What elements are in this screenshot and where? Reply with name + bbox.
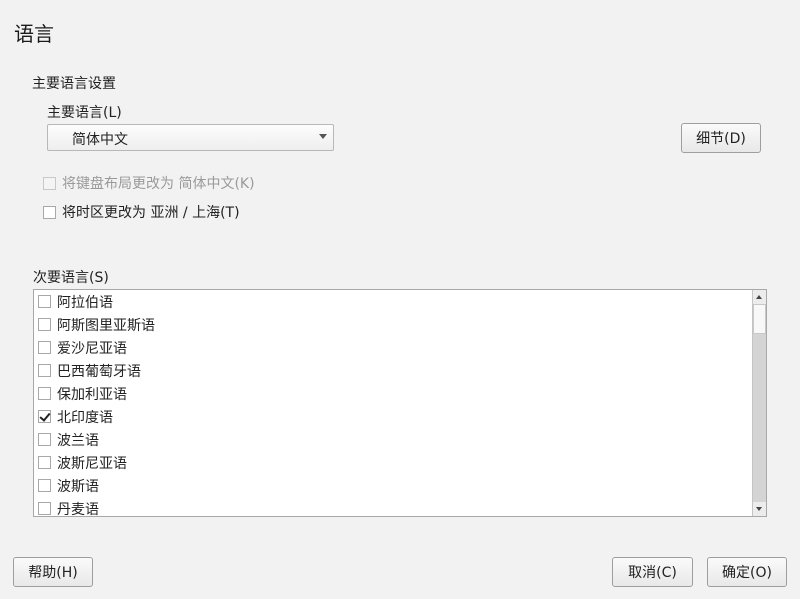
details-button[interactable]: 细节(D) (681, 123, 761, 153)
language-label: 波斯尼亚语 (57, 455, 127, 472)
language-checkbox[interactable] (38, 502, 51, 515)
list-item[interactable]: 北印度语 (38, 405, 113, 428)
keyboard-layout-option[interactable]: 将键盘布局更改为 简体中文(K) (43, 173, 255, 193)
list-item[interactable]: 巴西葡萄牙语 (38, 359, 141, 382)
language-label: 阿拉伯语 (57, 294, 113, 311)
window-title: 语言 (14, 22, 54, 46)
language-checkbox[interactable] (38, 433, 51, 446)
language-checkbox[interactable] (38, 387, 51, 400)
primary-language-value: 简体中文 (72, 132, 128, 148)
language-checkbox[interactable] (38, 456, 51, 469)
primary-settings-heading: 主要语言设置 (32, 76, 116, 92)
language-label: 波兰语 (57, 432, 99, 449)
moon-icon[interactable] (766, 18, 784, 38)
scroll-down-button[interactable] (753, 502, 766, 516)
keyboard-layout-label: 将键盘布局更改为 简体中文(K) (62, 176, 255, 192)
arrow-up-icon (756, 295, 762, 299)
language-checkbox[interactable] (38, 364, 51, 377)
ok-button[interactable]: 确定(O) (707, 557, 787, 587)
primary-language-dropdown[interactable]: 简体中文 (47, 124, 334, 151)
language-label: 阿斯图里亚斯语 (57, 317, 155, 334)
list-scrollbar[interactable] (752, 290, 766, 516)
keyboard-layout-checkbox[interactable] (43, 176, 56, 190)
help-button[interactable]: 帮助(H) (13, 557, 93, 587)
cancel-button[interactable]: 取消(C) (612, 557, 693, 587)
list-item[interactable]: 爱沙尼亚语 (38, 336, 127, 359)
chevron-down-icon (319, 134, 327, 139)
language-checkbox[interactable] (38, 341, 51, 354)
secondary-languages-list[interactable]: 阿拉伯语阿斯图里亚斯语 爱沙尼亚语巴西葡萄牙语 保加利亚语北印度语波兰语波斯尼亚语波… (33, 289, 767, 517)
list-item[interactable]: 阿拉伯语 (38, 290, 113, 313)
timezone-checkbox[interactable] (43, 205, 56, 219)
arrow-down-icon (756, 507, 762, 511)
scroll-thumb[interactable] (753, 304, 766, 334)
language-checkbox[interactable] (38, 295, 51, 308)
list-item[interactable]: 丹麦语 (38, 497, 99, 517)
language-label: 保加利亚语 (57, 386, 127, 403)
language-label: 爱沙尼亚语 (57, 340, 127, 357)
language-label: 丹麦语 (57, 501, 99, 517)
list-item[interactable]: 波斯语 (38, 474, 99, 497)
language-checkbox[interactable] (38, 318, 51, 331)
primary-language-label: 主要语言(L) (47, 105, 122, 121)
language-label: 巴西葡萄牙语 (57, 363, 141, 380)
language-label: 波斯语 (57, 478, 99, 495)
secondary-languages-heading: 次要语言(S) (33, 270, 109, 286)
scroll-up-button[interactable] (753, 290, 766, 304)
list-item[interactable]: 阿斯图里亚斯语 (38, 313, 155, 336)
timezone-label: 将时区更改为 亚洲 / 上海(T) (62, 205, 240, 221)
list-item[interactable]: 波兰语 (38, 428, 99, 451)
language-label: 北印度语 (57, 409, 113, 426)
timezone-option[interactable]: 将时区更改为 亚洲 / 上海(T) (43, 202, 240, 222)
language-checkbox[interactable] (38, 410, 51, 423)
list-item[interactable]: 波斯尼亚语 (38, 451, 127, 474)
list-item[interactable]: 保加利亚语 (38, 382, 127, 405)
language-checkbox[interactable] (38, 479, 51, 492)
